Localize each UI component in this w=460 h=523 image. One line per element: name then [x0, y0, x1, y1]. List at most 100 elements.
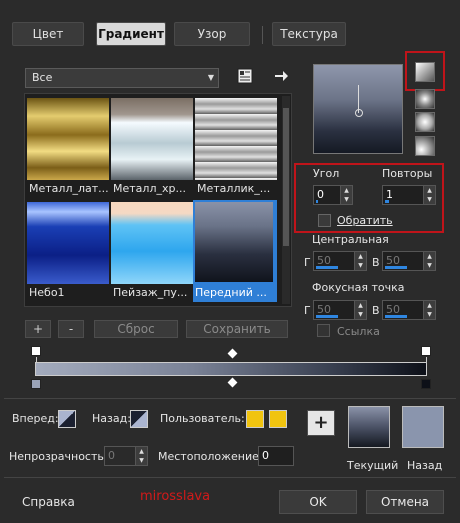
tab-divider [262, 26, 263, 44]
gradient-thumbnail [195, 98, 277, 180]
center-h-label: Г [304, 256, 311, 269]
gradient-item[interactable]: Металлик_... [195, 98, 277, 198]
opacity-stepper[interactable]: 0 ▲ ▼ [104, 446, 148, 466]
forward-label: Вперед: [12, 412, 59, 425]
stop-controls-divider [4, 398, 456, 399]
arrow-right-icon[interactable] [273, 68, 289, 84]
list-scrollbar[interactable] [282, 96, 290, 304]
help-link[interactable]: Справка [22, 495, 75, 509]
focal-h-slider-fill [316, 315, 338, 318]
gradient-thumbnail [111, 202, 193, 284]
back-label: Назад: [92, 412, 131, 425]
gradient-label: Металлик_... [197, 182, 271, 195]
gradient-item[interactable]: Металл_хр... [111, 98, 193, 198]
forward-color-swatch[interactable] [58, 410, 76, 428]
back-preview-label: Назад [407, 459, 443, 472]
invert-checkbox[interactable] [318, 214, 331, 227]
gradient-editor-bar[interactable] [35, 362, 427, 376]
position-value: 0 [262, 449, 269, 462]
gradient-item-selected[interactable]: Передний ... [193, 200, 277, 302]
add-stop-button[interactable]: + [307, 410, 335, 436]
stepper-arrows-icon[interactable]: ▲ ▼ [354, 301, 366, 319]
link-label: Ссылка [337, 325, 380, 338]
angle-slider-fill [316, 200, 318, 203]
tab-color[interactable]: Цвет [12, 22, 84, 46]
focal-v-slider-fill [385, 315, 407, 318]
opacity-midpoint[interactable] [227, 348, 238, 359]
stepper-arrows-icon[interactable]: ▲ ▼ [423, 252, 435, 270]
watermark-text: mirosslava [140, 489, 211, 504]
focal-v-label: В [372, 304, 380, 317]
gradient-item[interactable]: Небо1 [27, 202, 109, 302]
center-title: Центральная [312, 233, 389, 246]
save-button[interactable]: Сохранить [186, 320, 288, 338]
center-marker-icon [355, 109, 363, 117]
current-preview[interactable] [348, 406, 390, 448]
linear-shape-button[interactable] [415, 62, 435, 82]
tab-pattern[interactable]: Узор [174, 22, 250, 46]
sunburst-shape-button[interactable] [415, 112, 435, 132]
reset-button[interactable]: Сброс [94, 320, 178, 338]
position-input[interactable]: 0 [258, 446, 294, 466]
focal-h-stepper[interactable]: 50 ▲ ▼ [313, 300, 367, 320]
footer-divider [4, 477, 456, 478]
rectangular-shape-button[interactable] [415, 89, 435, 109]
add-gradient-button[interactable]: + [25, 320, 51, 338]
gradient-label: Небо1 [29, 286, 65, 299]
color-stop-left[interactable] [31, 379, 41, 389]
back-preview[interactable] [402, 406, 444, 448]
stepper-arrows-icon[interactable]: ▲ ▼ [135, 447, 147, 465]
back-color-swatch[interactable] [130, 410, 148, 428]
gradient-preview[interactable] [313, 64, 403, 154]
center-h-stepper[interactable]: 50 ▲ ▼ [313, 251, 367, 271]
center-v-slider-fill [385, 266, 407, 269]
list-view-icon[interactable] [237, 68, 253, 84]
cancel-button[interactable]: Отмена [366, 490, 444, 514]
category-dropdown[interactable]: Все ▼ [25, 68, 219, 88]
user-color-swatch-large[interactable] [269, 410, 287, 428]
tab-texture[interactable]: Текстура [272, 22, 346, 46]
position-label: Местоположение: [158, 450, 263, 463]
focal-v-stepper[interactable]: 50 ▲ ▼ [382, 300, 436, 320]
current-label: Текущий [347, 459, 399, 472]
gradient-label: Передний ... [195, 286, 267, 299]
stepper-arrows-icon[interactable]: ▲ ▼ [423, 301, 435, 319]
user-color-swatch[interactable] [246, 410, 264, 428]
gradient-list[interactable]: Металл_лат... Металл_хр... Металлик_... … [24, 93, 292, 307]
repeats-label: Повторы [382, 167, 433, 180]
center-v-label: В [372, 256, 380, 269]
angle-value: 0 [317, 188, 324, 201]
gradient-item[interactable]: Металл_лат... [27, 98, 109, 198]
opacity-label: Непрозрачность: [9, 450, 108, 463]
color-stop-right[interactable] [421, 379, 431, 389]
gradient-thumbnail [111, 98, 193, 180]
invert-label: Обратить [337, 214, 393, 227]
repeats-stepper[interactable]: 1 ▲ ▼ [382, 185, 436, 205]
stepper-arrows-icon[interactable]: ▲ ▼ [423, 186, 435, 204]
gradient-label: Пейзаж_пу... [113, 286, 188, 299]
gradient-thumbnail [27, 98, 109, 180]
angle-stepper[interactable]: 0 ▲ ▼ [313, 185, 353, 205]
focal-title: Фокусная точка [312, 281, 405, 294]
gradient-label: Металл_хр... [113, 182, 186, 195]
user-color-label: Пользователь: [160, 412, 245, 425]
link-checkbox[interactable] [317, 324, 330, 337]
gradient-item[interactable]: Пейзаж_пу... [111, 202, 193, 302]
center-h-slider-fill [316, 266, 338, 269]
radial-shape-button[interactable] [415, 136, 435, 156]
opacity-value: 0 [108, 449, 115, 462]
ok-button[interactable]: OK [279, 490, 357, 514]
remove-gradient-button[interactable]: - [58, 320, 84, 338]
stepper-arrows-icon[interactable]: ▲ ▼ [354, 252, 366, 270]
opacity-stop-right[interactable] [421, 346, 431, 356]
opacity-stop-left[interactable] [31, 346, 41, 356]
scrollbar-thumb[interactable] [283, 108, 289, 246]
tab-gradient[interactable]: Градиент [96, 22, 166, 46]
gradient-thumbnail [27, 202, 109, 284]
chevron-down-icon: ▼ [207, 73, 214, 82]
stepper-arrows-icon[interactable]: ▲ ▼ [340, 186, 352, 204]
category-value: Все [32, 71, 53, 84]
center-v-stepper[interactable]: 50 ▲ ▼ [382, 251, 436, 271]
color-midpoint[interactable] [227, 377, 238, 388]
gradient-label: Металл_лат... [29, 182, 109, 195]
